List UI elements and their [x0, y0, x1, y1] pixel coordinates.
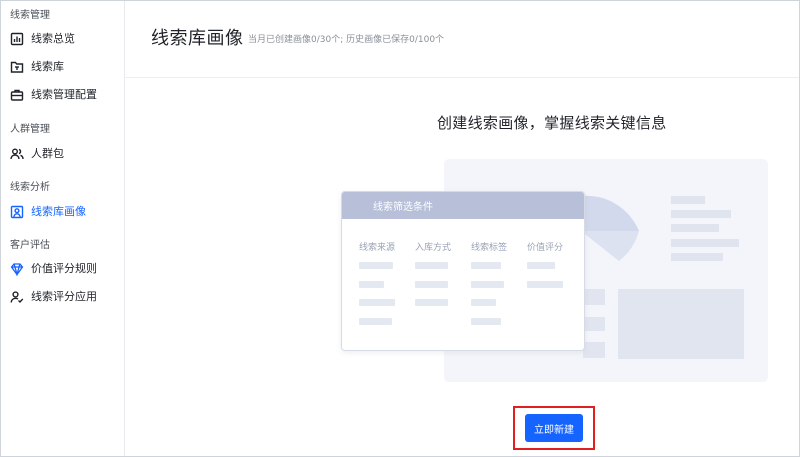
placeholder-block: [583, 342, 605, 358]
sidebar-group-title-audience-management: 人群管理: [10, 124, 50, 135]
filter-card-header: 线索筛选条件: [342, 192, 584, 219]
create-now-button[interactable]: 立即新建: [525, 414, 583, 442]
filter-column-lead-tags: 线索标签: [471, 243, 508, 253]
placeholder-bar: [415, 281, 448, 288]
user-check-icon: [10, 290, 24, 304]
placeholder-block: [618, 289, 744, 359]
pie-slice: [581, 231, 639, 261]
placeholder-bar: [671, 196, 705, 204]
placeholder-bar: [415, 262, 448, 269]
placeholder-bar: [527, 281, 563, 288]
page-title: 线索库画像: [151, 28, 244, 49]
page-header: 线索库画像 当月已创建画像0/30个; 历史画像已保存0/100个: [125, 1, 799, 78]
sidebar-item-lead-library[interactable]: 线索库: [1, 53, 124, 81]
placeholder-bar: [671, 210, 731, 218]
placeholder-bar: [671, 253, 723, 261]
placeholder-bar: [471, 262, 501, 269]
pie-slice: [581, 195, 639, 231]
sidebar-item-label: 线索总览: [31, 32, 75, 45]
sidebar-item-audience-pack[interactable]: 人群包: [1, 140, 124, 168]
sidebar-item-label: 线索评分应用: [31, 290, 97, 303]
placeholder-block: [583, 317, 605, 331]
placeholder-bar: [471, 318, 501, 325]
sidebar-group-title-customer-evaluation: 客户评估: [10, 240, 50, 251]
placeholder-bar: [671, 239, 739, 247]
empty-state-title: 创建线索画像，掌握线索关键信息: [437, 114, 667, 132]
page-subtitle: 当月已创建画像0/30个; 历史画像已保存0/100个: [248, 35, 445, 45]
sidebar-item-lead-scoring-app[interactable]: 线索评分应用: [1, 283, 124, 311]
folder-icon: [10, 60, 24, 74]
placeholder-bar: [359, 318, 392, 325]
placeholder-bar: [527, 262, 555, 269]
sidebar-item-lead-config[interactable]: 线索管理配置: [1, 81, 124, 109]
placeholder-bar: [359, 281, 384, 288]
placeholder-bar: [359, 299, 395, 306]
sidebar-item-value-scoring-rules[interactable]: 价值评分规则: [1, 255, 124, 283]
diamond-icon: [10, 262, 24, 276]
placeholder-bar: [471, 281, 504, 288]
illustration-filter-card: 线索筛选条件 线索来源 入库方式 线索标签 价值评分: [341, 191, 585, 351]
filter-column-entry-method: 入库方式: [415, 243, 452, 253]
placeholder-block: [583, 289, 605, 305]
sidebar-item-lead-overview[interactable]: 线索总览: [1, 25, 124, 53]
briefcase-icon: [10, 88, 24, 102]
sidebar-item-label: 人群包: [31, 147, 64, 160]
portrait-icon: [10, 205, 24, 219]
users-icon: [10, 147, 24, 161]
sidebar-item-label: 线索管理配置: [31, 88, 97, 101]
bar-chart-icon: [10, 32, 24, 46]
placeholder-bar: [471, 299, 496, 306]
placeholder-bar: [415, 299, 448, 306]
filter-card-title: 线索筛选条件: [373, 202, 433, 213]
filter-column-value-score: 价值评分: [527, 243, 564, 253]
placeholder-bar: [359, 262, 393, 269]
sidebar-item-lead-portrait[interactable]: 线索库画像: [1, 198, 124, 226]
placeholder-bar: [671, 224, 719, 232]
sidebar-group-title-lead-management: 线索管理: [10, 10, 50, 21]
sidebar-item-label: 线索库: [31, 60, 64, 73]
filter-column-lead-source: 线索来源: [359, 243, 396, 253]
sidebar-item-label: 价值评分规则: [31, 262, 97, 275]
app-window: 线索管理 线索总览 线索库 线索管理配置 人群管理 人群包 线索分析 线索库画像…: [0, 0, 800, 457]
sidebar: 线索管理 线索总览 线索库 线索管理配置 人群管理 人群包 线索分析 线索库画像…: [1, 1, 125, 456]
sidebar-item-label: 线索库画像: [31, 205, 86, 218]
sidebar-group-title-lead-analysis: 线索分析: [10, 182, 50, 193]
